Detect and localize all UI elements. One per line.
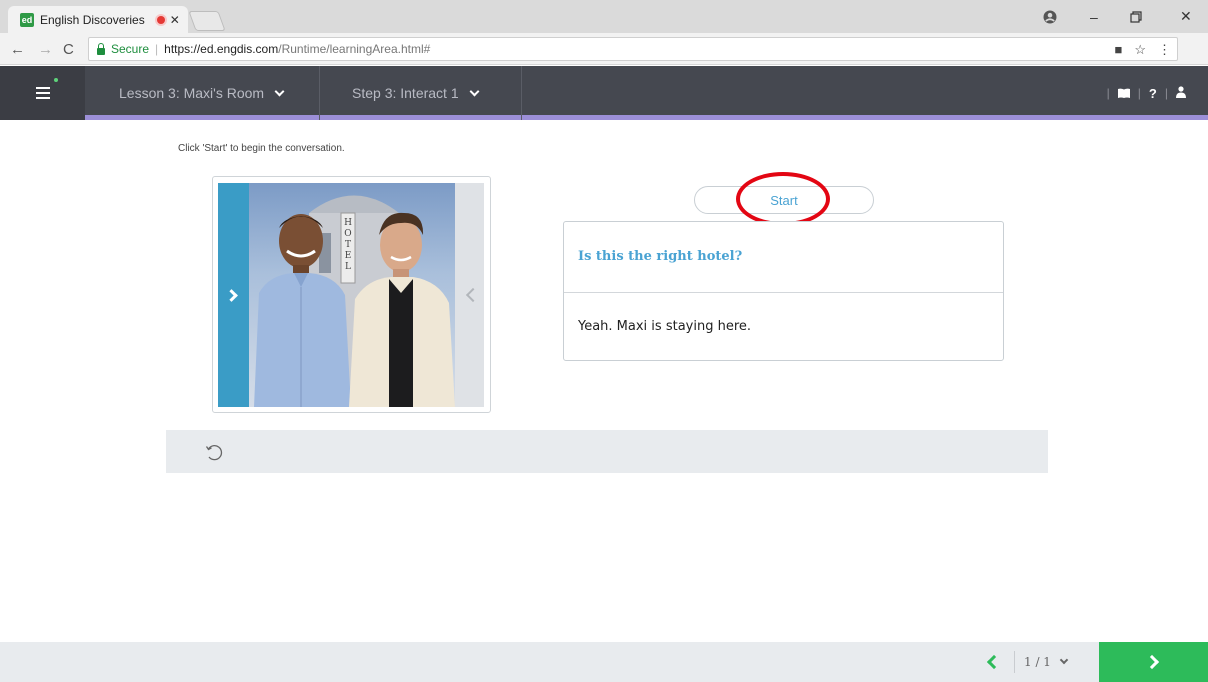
header-divider <box>319 66 320 120</box>
app-header: Lesson 3: Maxi's Room Step 3: Interact 1… <box>0 66 1208 120</box>
recording-indicator-icon <box>156 15 165 24</box>
step-label: Step 3: Interact 1 <box>352 85 459 101</box>
url-path: /Runtime/learningArea.html# <box>278 42 431 56</box>
reload-icon[interactable]: C <box>63 41 74 58</box>
hotel-sign-text: HOTEL <box>344 218 352 272</box>
restore-icon[interactable] <box>1130 0 1142 33</box>
url-separator: | <box>155 42 159 56</box>
photo-prev-button[interactable] <box>455 183 484 407</box>
main-menu-button[interactable] <box>0 66 85 120</box>
browser-tab-bar: ed English Discoveries ✕ – ✕ <box>0 0 1208 33</box>
back-arrow-icon[interactable]: ← <box>10 41 25 58</box>
two-men-hotel-photo: HOTEL <box>249 183 455 407</box>
instruction-text: Click 'Start' to begin the conversation. <box>178 143 345 154</box>
highlight-circle-annotation <box>736 172 830 226</box>
dialogue-box: Is this the right hotel? Yeah. Maxi is s… <box>563 221 1004 361</box>
forward-arrow-icon[interactable]: → <box>38 41 53 58</box>
chevron-down-icon <box>469 86 480 96</box>
camera-icon[interactable]: ■ <box>1114 42 1122 58</box>
footer-nav-bar: 1 / 1 <box>0 642 1208 682</box>
conversation-photo-frame: HOTEL <box>212 176 491 413</box>
new-tab-button[interactable] <box>188 11 226 31</box>
tab-title: English Discoveries <box>40 12 145 27</box>
site-favicon-icon: ed <box>20 12 34 27</box>
chevron-right-icon <box>1144 654 1159 670</box>
reset-icon[interactable] <box>204 442 224 462</box>
header-divider <box>521 66 522 120</box>
chevron-left-icon <box>986 654 1002 670</box>
window-close-icon[interactable]: ✕ <box>1180 0 1192 33</box>
browser-tab[interactable]: ed English Discoveries ✕ <box>8 6 188 33</box>
next-page-button[interactable] <box>1099 642 1208 682</box>
page-indicator: 1 / 1 <box>1024 655 1051 669</box>
header-tools: | | ? | <box>1107 66 1186 120</box>
footer-divider <box>1014 651 1015 673</box>
browser-address-bar: ← → C Secure | https://ed.engdis.com/Run… <box>0 33 1208 65</box>
activity-toolbar <box>166 430 1048 473</box>
dialogue-divider <box>564 292 1003 293</box>
dictionary-book-icon[interactable] <box>1117 86 1130 101</box>
profile-icon[interactable] <box>1043 0 1057 33</box>
chevron-down-icon <box>1059 655 1069 665</box>
step-dropdown[interactable]: Step 3: Interact 1 <box>352 66 480 120</box>
help-icon[interactable]: ? <box>1149 86 1157 101</box>
browser-menu-icon[interactable]: ⋮ <box>1158 42 1171 58</box>
notification-dot <box>54 78 58 82</box>
answer-text: Yeah. Maxi is staying here. <box>578 319 752 334</box>
lock-icon <box>97 42 105 55</box>
user-profile-icon[interactable] <box>1176 85 1186 101</box>
chevron-left-icon <box>465 287 480 303</box>
photo-next-button[interactable] <box>218 183 249 407</box>
chevron-down-icon <box>274 86 285 96</box>
page-selector[interactable]: 1 / 1 <box>1024 642 1069 682</box>
question-text: Is this the right hotel? <box>578 249 743 264</box>
lesson-label: Lesson 3: Maxi's Room <box>119 85 265 101</box>
previous-page-button[interactable] <box>972 642 1012 682</box>
hamburger-icon <box>35 87 50 99</box>
url-host: https://ed.engdis.com <box>164 42 279 56</box>
url-field[interactable]: Secure | https://ed.engdis.com/Runtime/l… <box>88 37 1178 61</box>
chevron-right-icon <box>225 288 238 302</box>
secure-label: Secure <box>111 42 150 56</box>
tab-close-icon[interactable]: ✕ <box>170 13 180 27</box>
minimize-icon[interactable]: – <box>1090 0 1098 33</box>
lesson-dropdown[interactable]: Lesson 3: Maxi's Room <box>119 66 285 120</box>
bookmark-star-icon[interactable]: ☆ <box>1134 42 1146 58</box>
